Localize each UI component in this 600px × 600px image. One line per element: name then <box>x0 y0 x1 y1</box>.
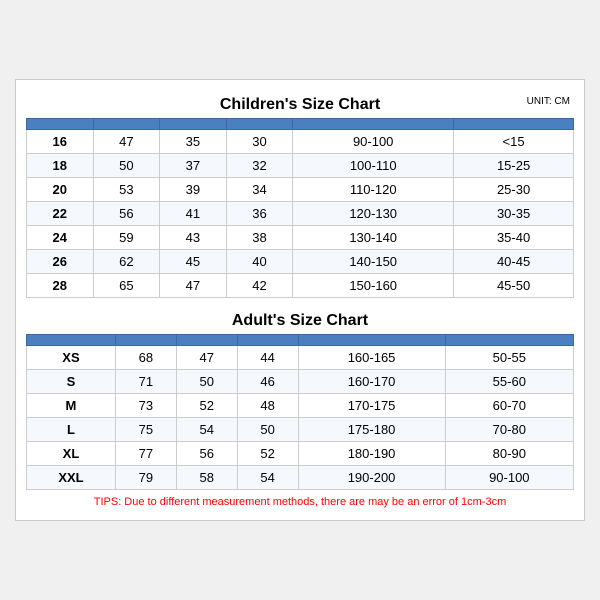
adults-col-bustw <box>176 335 237 346</box>
children-title-text: Children's Size Chart <box>220 96 380 113</box>
adults-col-toplength <box>115 335 176 346</box>
table-row: 28654742150-16045-50 <box>27 274 574 298</box>
children-col-toplength <box>93 119 160 130</box>
chart-container: Children's Size Chart UNIT: CM 164735309… <box>15 79 585 521</box>
table-row: XS684744160-16550-55 <box>27 346 574 370</box>
table-row: XL775652180-19080-90 <box>27 442 574 466</box>
table-row: XXL795854190-20090-100 <box>27 466 574 490</box>
adults-section-title: Adult's Size Chart <box>26 306 574 334</box>
adults-header-row <box>27 335 574 346</box>
children-size-table: 1647353090-100<1518503732100-11015-25205… <box>26 118 574 298</box>
table-row: 18503732100-11015-25 <box>27 154 574 178</box>
table-row: 24594338130-14035-40 <box>27 226 574 250</box>
table-row: 1647353090-100<15 <box>27 130 574 154</box>
children-section-title: Children's Size Chart UNIT: CM <box>26 90 574 118</box>
children-col-weight <box>454 119 574 130</box>
table-row: 26624540140-15040-45 <box>27 250 574 274</box>
children-col-size <box>27 119 94 130</box>
children-col-bustw <box>160 119 227 130</box>
table-row: M735248170-17560-70 <box>27 394 574 418</box>
children-col-pantlength <box>226 119 293 130</box>
adults-col-height <box>298 335 445 346</box>
table-row: 22564136120-13030-35 <box>27 202 574 226</box>
adults-col-weight <box>445 335 573 346</box>
tips-text: TIPS: Due to different measurement metho… <box>26 490 574 510</box>
children-col-height <box>293 119 454 130</box>
children-header-row <box>27 119 574 130</box>
adults-col-pantlength <box>237 335 298 346</box>
adults-title-text: Adult's Size Chart <box>232 312 368 329</box>
unit-label: UNIT: CM <box>527 96 570 107</box>
table-row: S715046160-17055-60 <box>27 370 574 394</box>
adults-size-table: XS684744160-16550-55S715046160-17055-60M… <box>26 334 574 490</box>
table-row: 20533934110-12025-30 <box>27 178 574 202</box>
table-row: L755450175-18070-80 <box>27 418 574 442</box>
adults-col-size <box>27 335 116 346</box>
